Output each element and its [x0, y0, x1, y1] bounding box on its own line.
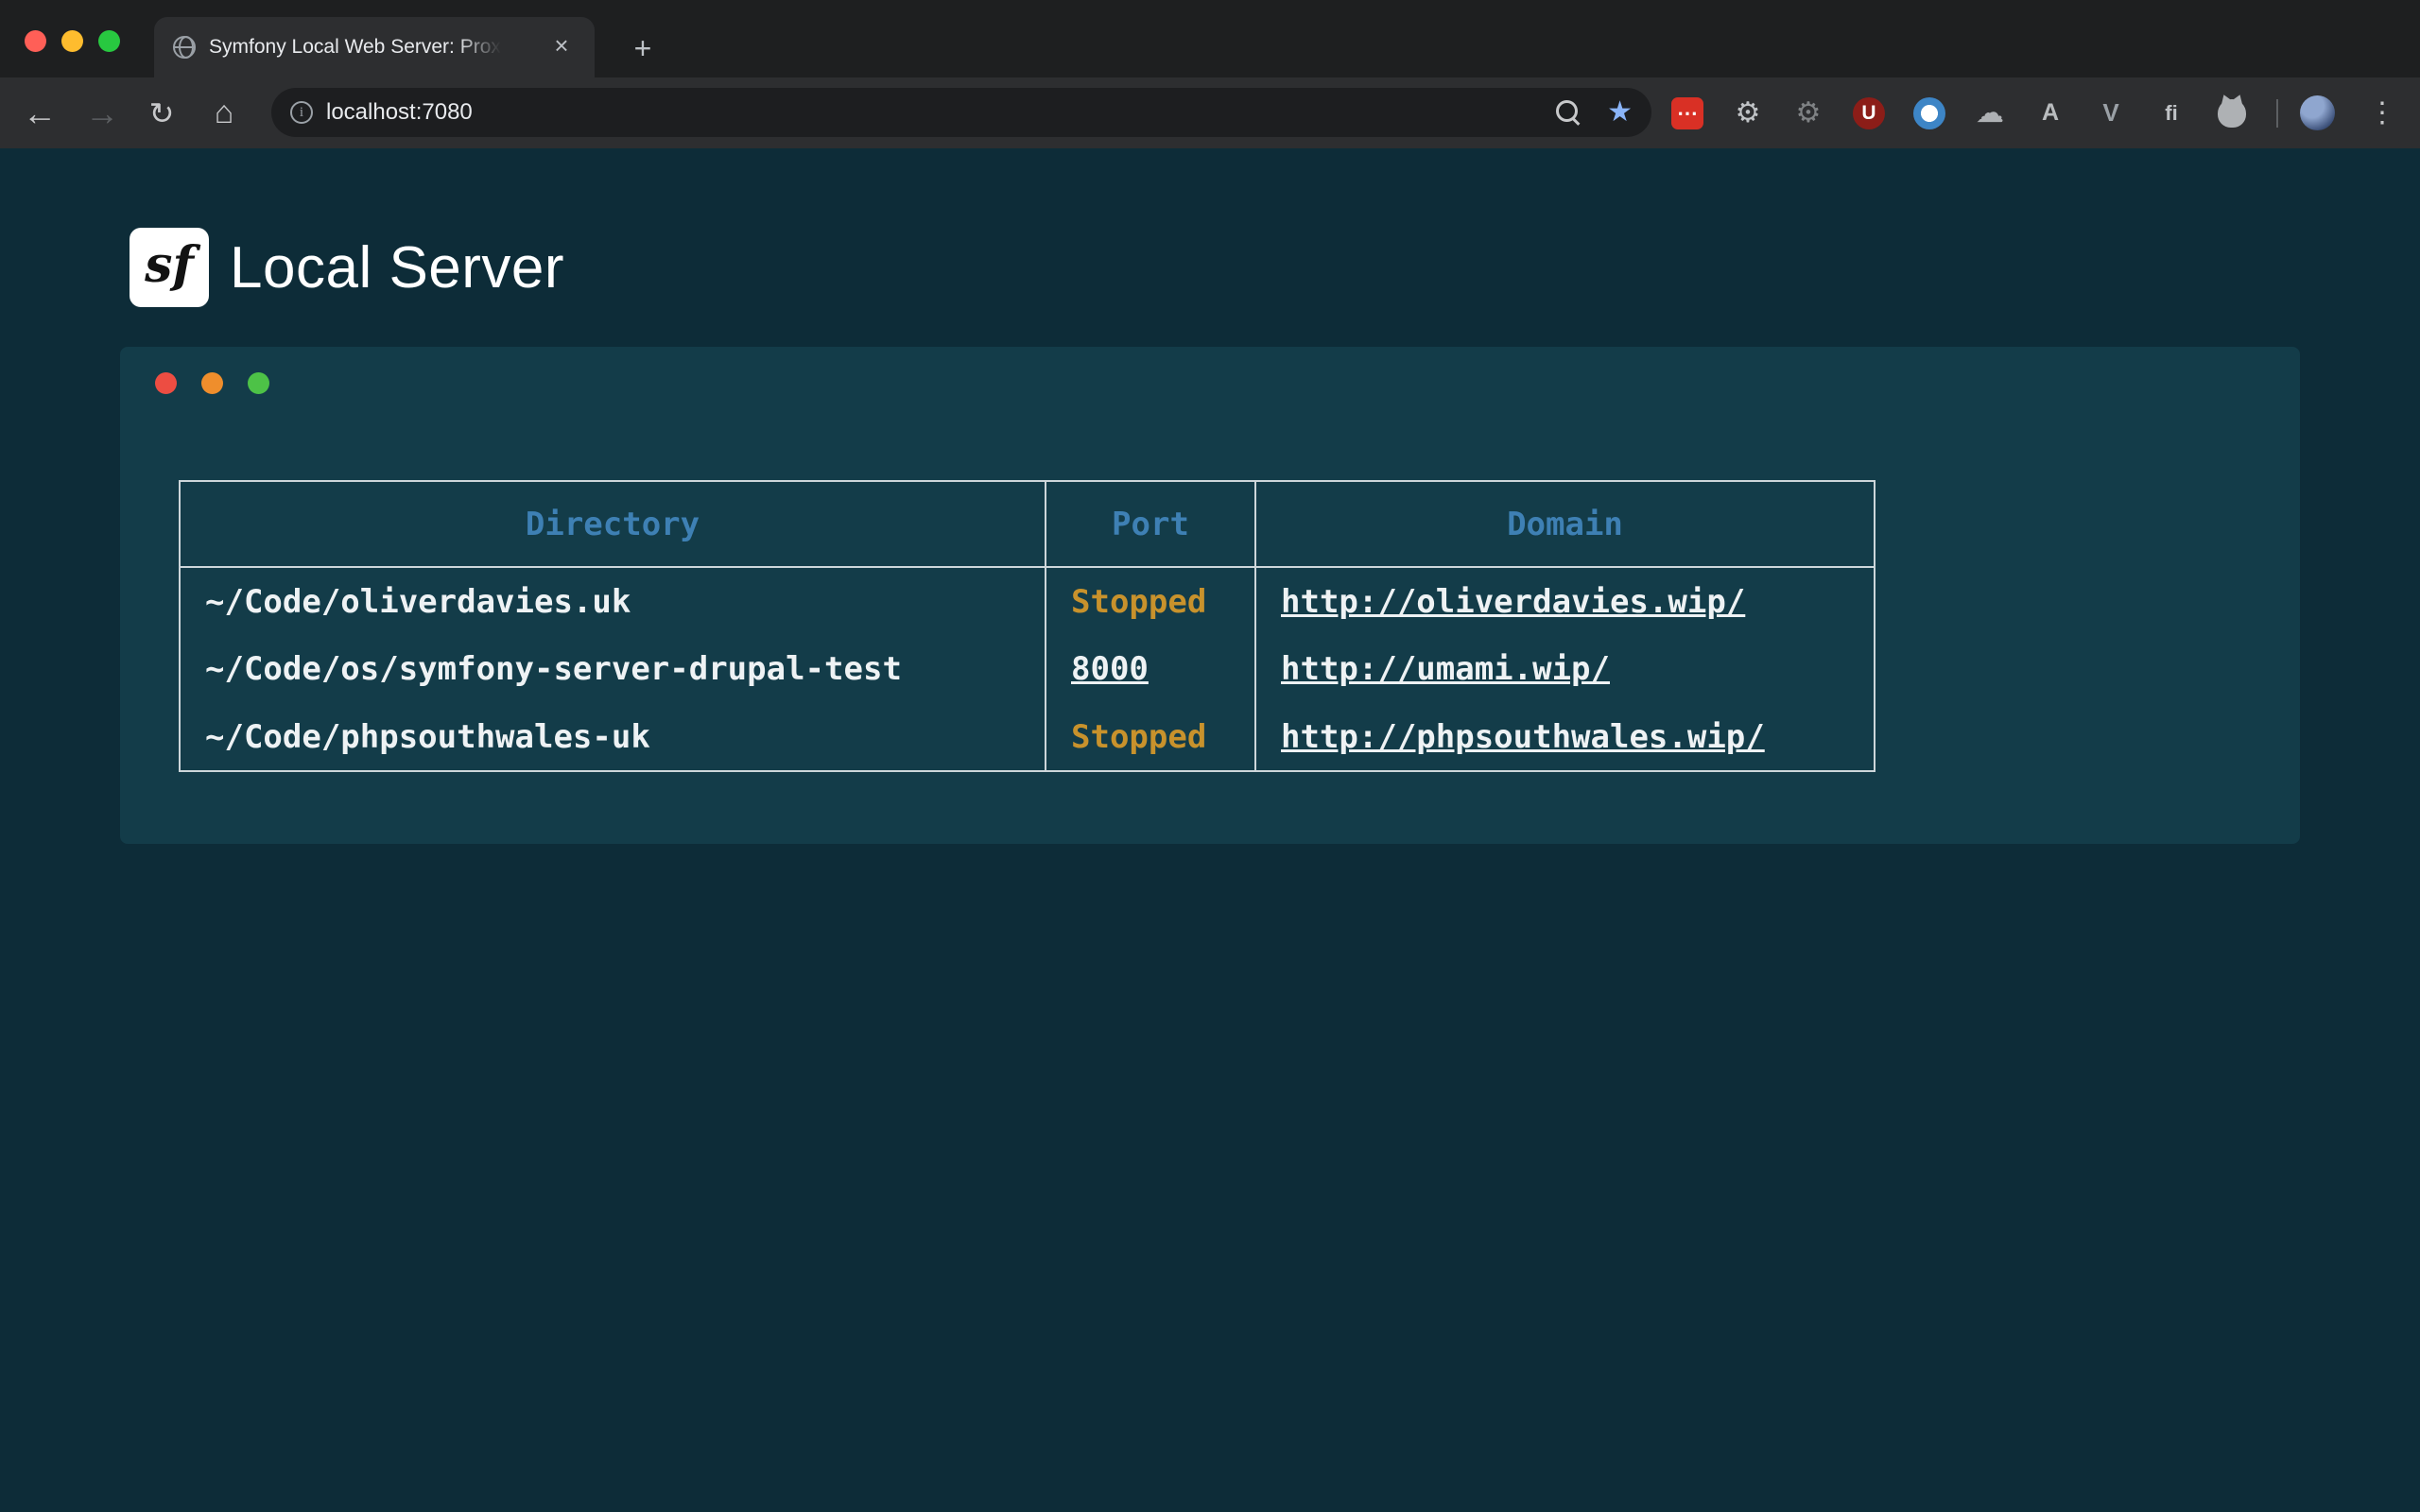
panel-dot-orange — [201, 372, 223, 394]
domain-cell: http://umami.wip/ — [1255, 635, 1875, 703]
site-info-icon[interactable]: i — [290, 101, 313, 124]
extension-letter-v-icon[interactable]: V — [2095, 97, 2127, 129]
extension-ublock-icon[interactable]: U — [1853, 97, 1885, 129]
url-text[interactable]: localhost:7080 — [326, 99, 473, 126]
address-bar[interactable]: i localhost:7080 ★ — [271, 88, 1651, 137]
port-cell: Stopped — [1046, 703, 1255, 771]
servers-table: Directory Port Domain ~/Code/oliverdavie… — [179, 480, 1876, 772]
window-minimize-button[interactable] — [61, 30, 83, 52]
octocat-shape — [2218, 99, 2246, 128]
extensions-area: ⋯ ⚙ ⚙ U ☁ A V fi — [1671, 77, 2248, 148]
port-cell: 8000 — [1046, 635, 1255, 703]
extension-letter-a-icon[interactable]: A — [2034, 97, 2066, 129]
browser-toolbar: ← → ↻ ⌂ i localhost:7080 ★ ⋯ ⚙ ⚙ U ☁ A V… — [0, 77, 2420, 148]
table-row: ~/Code/oliverdavies.uk Stopped http://ol… — [180, 567, 1875, 635]
symfony-logo: sf — [130, 228, 209, 307]
table-row: ~/Code/phpsouthwales-uk Stopped http://p… — [180, 703, 1875, 771]
tab-favicon-globe-icon — [173, 36, 196, 59]
toolbar-separator — [2276, 99, 2278, 128]
table-row: ~/Code/os/symfony-server-drupal-test 800… — [180, 635, 1875, 703]
window-close-button[interactable] — [25, 30, 46, 52]
tab-title: Symfony Local Web Server: Prox — [209, 36, 501, 59]
profile-avatar[interactable] — [2300, 95, 2335, 130]
domain-link[interactable]: http://umami.wip/ — [1281, 650, 1610, 688]
header-port: Port — [1046, 481, 1255, 567]
browser-menu-icon[interactable]: ⋮ — [2363, 77, 2401, 148]
panel-dot-red — [155, 372, 177, 394]
page-title: Local Server — [230, 228, 564, 307]
tab-close-icon[interactable]: × — [547, 33, 576, 61]
forward-icon[interactable]: → — [76, 77, 129, 148]
domain-link[interactable]: http://phpsouthwales.wip/ — [1281, 718, 1765, 756]
page-content: sf Local Server Directory Port Domain ~/… — [0, 148, 2420, 1512]
browser-frame: Symfony Local Web Server: Prox × + — [0, 0, 2420, 77]
extension-clockify-icon[interactable] — [1913, 97, 1945, 129]
status-stopped-label: Stopped — [1071, 583, 1206, 621]
extension-fi-icon[interactable]: fi — [2155, 97, 2187, 129]
server-panel: Directory Port Domain ~/Code/oliverdavie… — [120, 347, 2300, 844]
table-header-row: Directory Port Domain — [180, 481, 1875, 567]
extension-cloud-icon[interactable]: ☁ — [1974, 97, 2006, 129]
header-directory: Directory — [180, 481, 1046, 567]
domain-cell: http://oliverdavies.wip/ — [1255, 567, 1875, 635]
domain-cell: http://phpsouthwales.wip/ — [1255, 703, 1875, 771]
status-stopped-label: Stopped — [1071, 718, 1206, 756]
extension-github-octocat-icon[interactable] — [2216, 97, 2248, 129]
zoom-icon[interactable] — [1556, 100, 1581, 125]
directory-cell: ~/Code/os/symfony-server-drupal-test — [180, 635, 1046, 703]
panel-dot-green — [248, 372, 269, 394]
reload-icon[interactable]: ↻ — [135, 77, 188, 148]
port-cell: Stopped — [1046, 567, 1255, 635]
header-domain: Domain — [1255, 481, 1875, 567]
omnibox-right-icons: ★ — [1556, 98, 1633, 127]
browser-tab[interactable]: Symfony Local Web Server: Prox × — [154, 17, 595, 77]
directory-cell: ~/Code/oliverdavies.uk — [180, 567, 1046, 635]
new-tab-button[interactable]: + — [626, 32, 660, 66]
extension-gear-dark-icon[interactable]: ⚙ — [1792, 97, 1824, 129]
back-icon[interactable]: ← — [13, 77, 66, 148]
window-fullscreen-button[interactable] — [98, 30, 120, 52]
home-icon[interactable]: ⌂ — [198, 77, 251, 148]
domain-link[interactable]: http://oliverdavies.wip/ — [1281, 583, 1745, 621]
bookmark-star-icon[interactable]: ★ — [1607, 98, 1633, 127]
port-link[interactable]: 8000 — [1071, 650, 1149, 688]
directory-cell: ~/Code/phpsouthwales-uk — [180, 703, 1046, 771]
extension-red-grid-icon[interactable]: ⋯ — [1671, 97, 1703, 129]
symfony-logo-glyph: sf — [145, 236, 194, 294]
extension-gear-light-icon[interactable]: ⚙ — [1732, 97, 1764, 129]
